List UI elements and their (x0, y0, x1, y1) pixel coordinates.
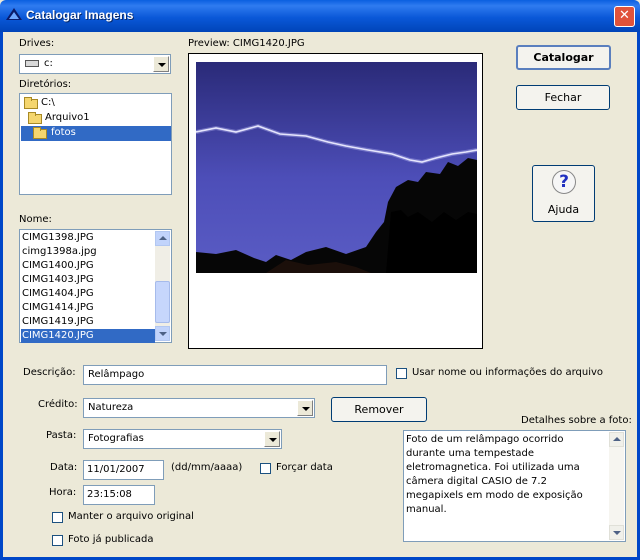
directory-label: C:\ (41, 97, 55, 108)
folder-open-icon (28, 112, 42, 124)
detalhes-textarea[interactable]: Foto de um relâmpago ocorrido durante um… (403, 430, 626, 542)
chevron-down-icon[interactable] (264, 431, 280, 447)
forcar-data-label[interactable]: Forçar data (276, 462, 333, 473)
file-items: CIMG1398.JPG cimg1398a.jpg CIMG1400.JPG CIM… (20, 231, 156, 343)
file-list-item[interactable]: CIMG1414.JPG (21, 301, 152, 315)
file-list-item[interactable]: CIMG1404.JPG (21, 287, 152, 301)
foto-publicada-checkbox[interactable] (52, 535, 63, 546)
window-title: Catalogar Imagens (26, 8, 134, 22)
preview-frame (188, 53, 483, 349)
catalog-window: Catalogar Imagens ✕ Drives: c: Diretório… (0, 0, 640, 560)
directory-item-root[interactable]: C:\ (24, 97, 164, 111)
detalhes-label: Detalhes sobre a foto: (521, 415, 632, 426)
data-input[interactable]: 11/01/2007 (83, 460, 164, 480)
descricao-value: Relâmpago (88, 369, 145, 380)
preview-image (196, 62, 477, 273)
directory-item-arquivo1[interactable]: Arquivo1 (28, 112, 164, 126)
drive-icon (25, 60, 39, 67)
data-label: Data: (50, 462, 78, 473)
drives-label: Drives: (19, 38, 55, 49)
manter-original-label[interactable]: Manter o arquivo original (68, 511, 194, 522)
manter-original-checkbox[interactable] (52, 512, 63, 523)
file-list-item[interactable]: CIMG1398.JPG (21, 231, 152, 245)
scrollbar-thumb[interactable] (155, 281, 170, 323)
folder-open-icon (33, 127, 47, 139)
credito-label: Crédito: (38, 399, 78, 410)
drives-select[interactable]: c: (19, 54, 171, 74)
file-list-item[interactable]: CIMG1403.JPG (21, 273, 152, 287)
file-list-item[interactable]: CIMG1419.JPG (21, 315, 152, 329)
detalhes-text: Foto de um relâmpago ocorrido durante um… (406, 434, 583, 515)
ajuda-button[interactable]: ? Ajuda (532, 165, 595, 222)
file-list-item[interactable]: cimg1398a.jpg (21, 245, 152, 259)
chevron-down-icon[interactable] (297, 400, 313, 416)
file-list-item[interactable]: CIMG1400.JPG (21, 259, 152, 273)
close-button[interactable]: ✕ (614, 6, 635, 27)
forcar-data-checkbox[interactable] (260, 463, 271, 474)
directory-item-fotos[interactable]: fotos (21, 126, 171, 141)
window-frame-left (0, 32, 3, 560)
ajuda-label: Ajuda (547, 203, 580, 216)
files-scrollbar[interactable] (155, 231, 170, 341)
drives-value: c: (44, 58, 53, 69)
chevron-down-icon[interactable] (153, 56, 169, 72)
detalhes-scrollbar[interactable] (609, 432, 624, 540)
hora-input[interactable]: 23:15:08 (83, 485, 155, 505)
foto-publicada-label[interactable]: Foto já publicada (68, 534, 154, 545)
title-bar[interactable]: Catalogar Imagens ✕ (0, 0, 640, 32)
hora-label: Hora: (49, 487, 77, 498)
usar-nome-label[interactable]: Usar nome ou informações do arquivo (412, 367, 603, 378)
files-list[interactable]: CIMG1398.JPG cimg1398a.jpg CIMG1400.JPG CIM… (19, 229, 172, 343)
hora-value: 23:15:08 (87, 489, 132, 500)
directory-label: fotos (51, 127, 76, 138)
pasta-select[interactable]: Fotografias (83, 429, 282, 449)
credito-value: Natureza (88, 402, 134, 413)
scroll-down-icon[interactable] (155, 326, 170, 341)
data-format-hint: (dd/mm/aaaa) (171, 462, 243, 473)
scroll-up-icon[interactable] (609, 432, 624, 447)
pasta-value: Fotografias (88, 433, 144, 444)
preview-label: Preview: CIMG1420.JPG (188, 38, 305, 49)
directories-label: Diretórios: (19, 79, 72, 90)
scroll-up-icon[interactable] (155, 231, 170, 246)
usar-nome-checkbox[interactable] (396, 368, 407, 379)
credito-select[interactable]: Natureza (83, 398, 315, 418)
files-label: Nome: (19, 214, 52, 225)
remover-button[interactable]: Remover (331, 397, 427, 422)
directory-label: Arquivo1 (45, 112, 90, 123)
fechar-button[interactable]: Fechar (516, 85, 610, 110)
file-list-item[interactable]: CIMG1420.JPG (21, 329, 155, 343)
folder-open-icon (24, 97, 38, 109)
app-icon (6, 8, 22, 20)
pasta-label: Pasta: (46, 430, 77, 441)
descricao-input[interactable]: Relâmpago (83, 365, 387, 385)
help-icon: ? (552, 170, 576, 194)
descricao-label: Descrição: (23, 367, 76, 378)
catalogar-button[interactable]: Catalogar (516, 45, 611, 70)
directories-list[interactable]: C:\ Arquivo1 fotos (19, 93, 172, 195)
data-value: 11/01/2007 (87, 464, 145, 475)
scroll-down-icon[interactable] (609, 525, 624, 540)
